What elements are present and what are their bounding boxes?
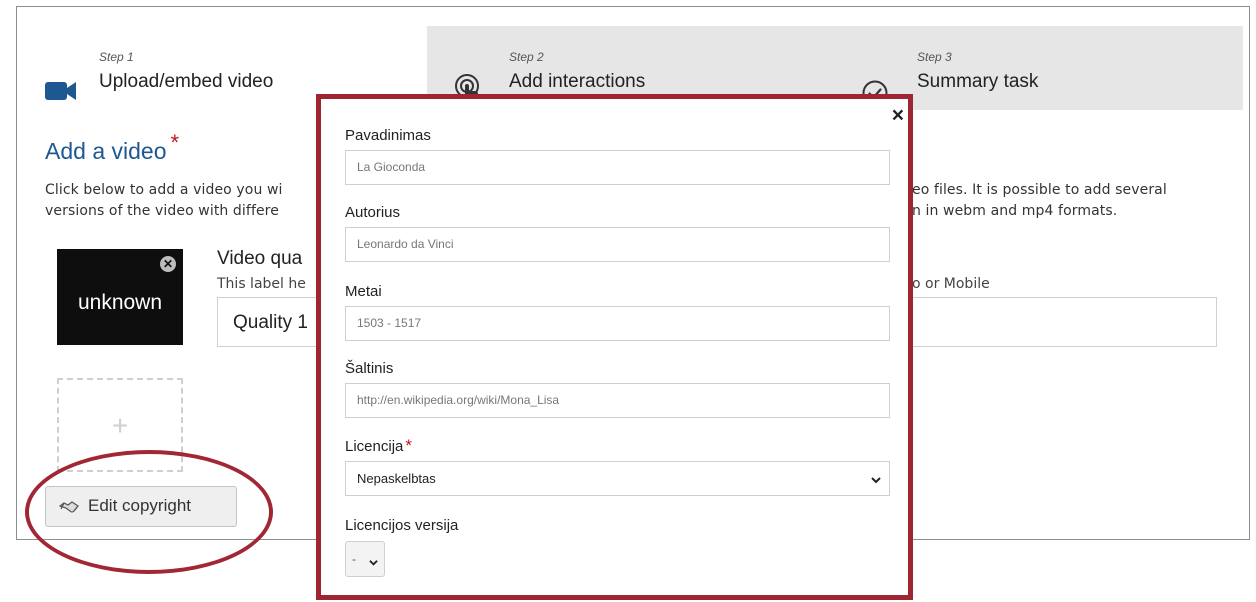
- license-select-value: Nepaskelbtas: [357, 471, 436, 486]
- video-quality-value: Quality 1: [233, 312, 308, 333]
- handshake-icon: [58, 500, 79, 519]
- dialog-top-strip: [321, 99, 908, 105]
- close-circle-icon[interactable]: ✕: [160, 256, 176, 272]
- add-video-button[interactable]: +: [57, 378, 183, 472]
- tab-step-number: Step 2: [509, 50, 544, 64]
- add-video-heading: Add a video *: [45, 130, 180, 164]
- title-field-value: La Gioconda: [357, 160, 426, 174]
- year-field-label: Metai: [345, 283, 382, 300]
- source-field-label: Šaltinis: [345, 360, 394, 377]
- video-quality-description-right: o or Mobile: [912, 276, 990, 292]
- required-marker: *: [170, 130, 180, 155]
- source-field[interactable]: http://en.wikipedia.org/wiki/Mona_Lisa: [345, 383, 890, 418]
- description-line-2-right: n in webm and mp4 formats.: [912, 203, 1118, 219]
- tab-label: Add interactions: [509, 71, 646, 92]
- license-version-select[interactable]: -: [345, 541, 385, 577]
- year-field-value: 1503 - 1517: [357, 316, 422, 330]
- description-line-1-left: Click below to add a video you wi: [45, 182, 283, 198]
- description-line-1-right: eo files. It is possible to add several: [912, 182, 1167, 198]
- video-thumbnail[interactable]: ✕ unknown: [57, 249, 183, 345]
- tab-step-number: Step 1: [99, 50, 134, 64]
- plus-icon: +: [111, 410, 129, 441]
- description-line-2-left: versions of the video with differe: [45, 203, 279, 219]
- edit-copyright-button[interactable]: Edit copyright: [45, 486, 237, 527]
- video-quality-label: Video qua: [217, 248, 303, 269]
- tab-label: Upload/embed video: [99, 71, 274, 92]
- chevron-down-icon: [369, 554, 378, 572]
- video-camera-icon: [45, 80, 77, 107]
- author-field[interactable]: Leonardo da Vinci: [345, 227, 890, 262]
- close-icon[interactable]: ×: [892, 105, 904, 126]
- source-field-value: http://en.wikipedia.org/wiki/Mona_Lisa: [357, 393, 560, 407]
- copyright-dialog: × Pavadinimas La Gioconda Autorius Leona…: [316, 94, 913, 600]
- author-field-label: Autorius: [345, 204, 401, 221]
- license-select[interactable]: Nepaskelbtas: [345, 461, 890, 496]
- video-quality-description-left: This label he: [217, 276, 306, 292]
- author-field-value: Leonardo da Vinci: [357, 237, 454, 251]
- edit-copyright-label: Edit copyright: [88, 496, 191, 515]
- required-marker: *: [405, 436, 412, 455]
- license-version-value: -: [352, 552, 356, 566]
- tab-step-number: Step 3: [917, 50, 952, 64]
- video-thumbnail-label: unknown: [77, 291, 163, 314]
- license-version-label: Licencijos versija: [345, 517, 459, 534]
- title-field-label: Pavadinimas: [345, 127, 431, 144]
- license-field-label: Licencija *: [345, 436, 412, 455]
- year-field[interactable]: 1503 - 1517: [345, 306, 890, 341]
- chevron-down-icon: [871, 472, 881, 490]
- tab-label: Summary task: [917, 71, 1039, 92]
- title-field[interactable]: La Gioconda: [345, 150, 890, 185]
